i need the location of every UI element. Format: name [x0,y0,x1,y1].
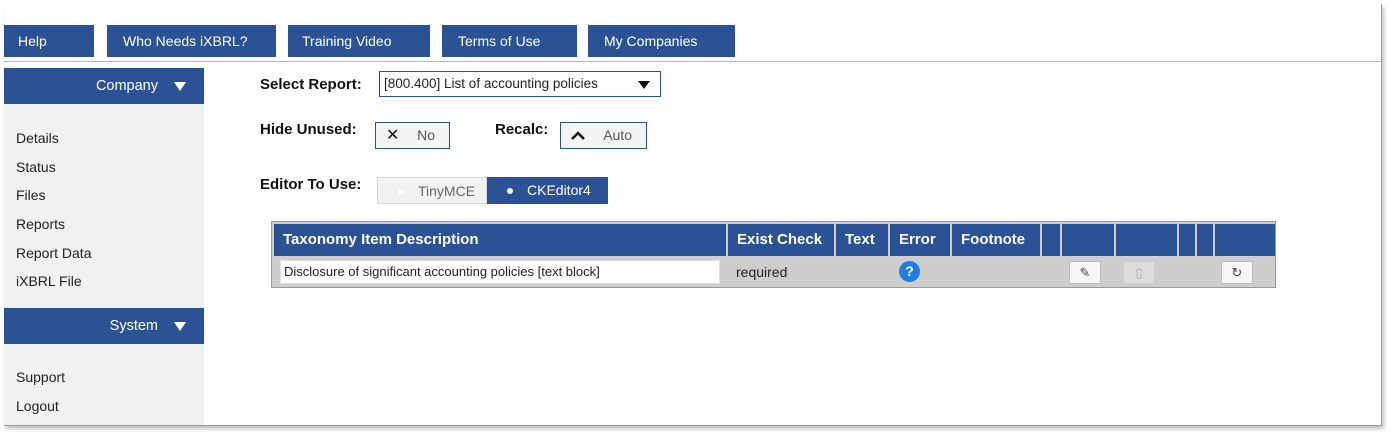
header-exist-check: Exist Check [728,224,834,256]
report-select[interactable]: [800.400] List of accounting policies [379,71,661,97]
nav-training-video-button[interactable]: Training Video [288,25,430,57]
refresh-icon: ↻ [1231,265,1243,280]
recalc-label: Recalc: [495,121,549,138]
radio-selected-icon [507,188,513,194]
nav-my-companies-button[interactable]: My Companies [588,25,735,57]
table-row: Disclosure of significant accounting pol… [272,257,1275,287]
hide-unused-label: Hide Unused: [260,121,357,138]
exist-check-value: required [736,264,788,280]
caret-down-icon [638,81,650,89]
header-blank-2 [1062,224,1114,256]
select-report-label: Select Report: [260,76,362,93]
nav-terms-of-use-button[interactable]: Terms of Use [442,25,577,57]
sidebar-item-files[interactable]: Files [16,187,46,203]
nav-who-needs-ixbrl-button[interactable]: Who Needs iXBRL? [107,25,276,57]
sidebar-item-ixbrl-file[interactable]: iXBRL File [16,273,82,289]
taxonomy-table: Taxonomy Item Description Exist Check Te… [271,221,1276,288]
system-heading-label: System [109,318,158,334]
document-icon: ▯ [1135,265,1143,280]
sidebar-system-heading[interactable]: System [4,308,204,344]
hide-unused-value: No [417,127,435,143]
sidebar-item-report-data[interactable]: Report Data [16,245,91,261]
edit-button[interactable]: ✎ [1069,261,1101,284]
chevron-down-icon [174,322,186,331]
sidebar-item-support[interactable]: Support [16,369,65,385]
company-heading-label: Company [95,78,158,94]
close-icon: ✕ [386,127,400,144]
sidebar: Company Details Status Files Reports Rep… [4,68,204,425]
editor-label: Editor To Use: [260,176,362,193]
description-field[interactable]: Disclosure of significant accounting pol… [280,260,720,284]
header-divider [4,61,1381,62]
sidebar-item-logout[interactable]: Logout [16,398,59,414]
report-select-value: [800.400] List of accounting policies [384,76,598,91]
chevron-down-icon [174,82,186,91]
editor-option-ckeditor4-label: CKEditor4 [527,182,591,198]
editor-option-ckeditor4[interactable]: CKEditor4 [487,177,608,204]
question-circle-icon[interactable]: ? [899,261,920,282]
header-blank-1 [1042,224,1060,256]
refresh-button[interactable]: ↻ [1221,261,1253,284]
header-blank-3 [1116,224,1177,256]
header-text: Text [836,224,888,256]
nav-help-button[interactable]: Help [4,25,94,57]
sidebar-item-details[interactable]: Details [16,130,59,146]
header-taxonomy-item-description: Taxonomy Item Description [274,224,726,256]
radio-unselected-icon [398,189,404,195]
app-frame: Help Who Needs iXBRL? Training Video Ter… [4,4,1382,426]
header-blank-5 [1197,224,1213,256]
document-button[interactable]: ▯ [1123,261,1155,284]
header-blank-4 [1179,224,1195,256]
top-nav: Help Who Needs iXBRL? Training Video Ter… [4,25,1381,57]
recalc-value: Auto [603,127,632,143]
recalc-toggle[interactable]: Auto [560,122,647,149]
hide-unused-toggle[interactable]: ✕ No [375,122,450,149]
header-blank-6 [1215,224,1275,256]
sidebar-company-heading[interactable]: Company [4,68,204,104]
editor-option-tinymce[interactable]: TinyMCE [377,177,487,204]
sidebar-item-status[interactable]: Status [16,159,56,175]
header-error: Error [890,224,950,256]
pencil-icon: ✎ [1079,265,1091,280]
chevron-up-icon [571,123,585,156]
sidebar-item-reports[interactable]: Reports [16,216,65,232]
header-footnote: Footnote [952,224,1040,256]
editor-option-tinymce-label: TinyMCE [418,183,476,199]
